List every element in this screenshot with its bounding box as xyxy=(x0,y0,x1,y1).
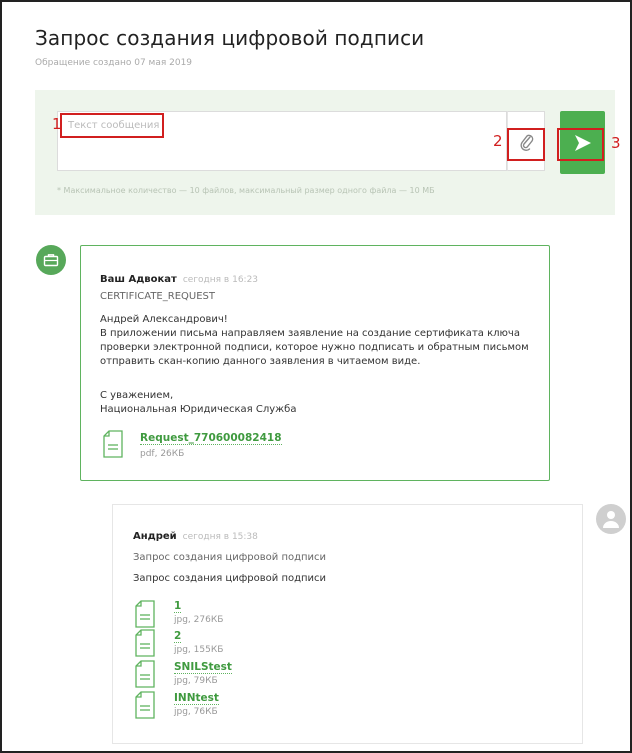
message-body: Запрос создания цифровой подписи xyxy=(133,573,327,584)
message-card-support: Ваш Адвокат сегодня в 16:23 CERTIFICATE_R… xyxy=(80,245,550,481)
annotation-box-input xyxy=(60,113,164,138)
page-subtitle: Обращение создано 07 мая 2019 xyxy=(35,58,193,68)
attachment-meta: pdf, 26КБ xyxy=(140,449,185,459)
body-line: Андрей Александрович! xyxy=(100,314,228,325)
annotation-box-attach xyxy=(507,128,545,161)
page-title: Запрос создания цифровой подписи xyxy=(35,26,425,50)
upload-hint: * Максимальное количество — 10 файлов, м… xyxy=(57,186,435,195)
signature-line: С уважением, xyxy=(100,390,174,401)
user-avatar xyxy=(596,504,626,534)
message-time: сегодня в 15:38 xyxy=(182,532,258,542)
attachment-meta: jpg, 155КБ xyxy=(174,645,224,655)
body-line: В приложении письма направляем заявление… xyxy=(100,328,520,339)
body-line: отправить скан-копию данного заявления в… xyxy=(100,356,421,367)
message-header: Ваш Адвокат сегодня в 16:23 xyxy=(100,267,258,286)
message-subject: CERTIFICATE_REQUEST xyxy=(100,291,215,302)
attachment-meta: jpg, 276КБ xyxy=(174,615,224,625)
attachment-link[interactable]: INNtest xyxy=(174,692,219,705)
message-subject: Запрос создания цифровой подписи xyxy=(133,552,327,563)
document-icon xyxy=(135,600,155,628)
message-body: Андрей Александрович! В приложении письм… xyxy=(100,313,540,369)
app-frame: Запрос создания цифровой подписи Обращен… xyxy=(0,0,632,753)
annotation-box-send xyxy=(557,128,604,161)
document-icon xyxy=(103,430,123,458)
support-avatar xyxy=(36,245,66,275)
attachment-meta: jpg, 76КБ xyxy=(174,707,218,717)
attachment-link[interactable]: 2 xyxy=(174,630,182,643)
signature-line: Национальная Юридическая Служба xyxy=(100,404,297,415)
document-icon xyxy=(135,691,155,719)
message-author: Андрей xyxy=(133,531,177,542)
message-author: Ваш Адвокат xyxy=(100,274,177,285)
attachment-link[interactable]: 1 xyxy=(174,600,182,613)
attachment-meta: jpg, 79КБ xyxy=(174,676,218,686)
document-icon xyxy=(135,660,155,688)
briefcase-icon xyxy=(43,254,59,267)
attachment-link[interactable]: SNILStest xyxy=(174,661,232,674)
message-time: сегодня в 16:23 xyxy=(182,275,259,285)
annotation-number-3: 3 xyxy=(611,134,621,152)
attachment-link[interactable]: Request_770600082418 xyxy=(140,432,282,445)
message-header: Андрей сегодня в 15:38 xyxy=(133,524,258,543)
user-icon xyxy=(603,511,619,528)
annotation-number-2: 2 xyxy=(493,132,503,150)
document-icon xyxy=(135,629,155,657)
message-card-user: Андрей сегодня в 15:38 Запрос создания ци… xyxy=(112,504,583,744)
body-line: проверки электронной подписи, которое ну… xyxy=(100,342,529,353)
message-signature: С уважением, Национальная Юридическая Сл… xyxy=(100,389,296,417)
